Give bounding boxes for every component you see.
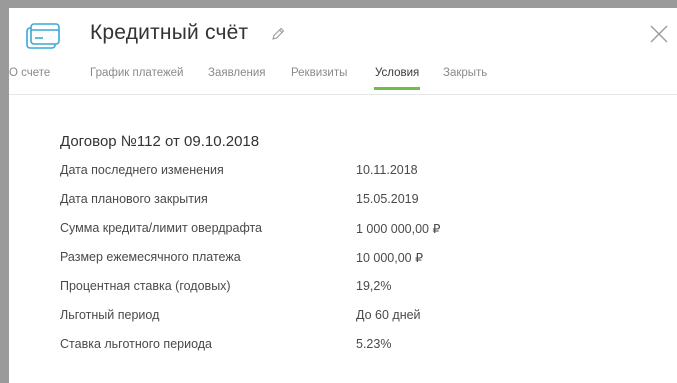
condition-row: Процентная ставка (годовых) 19,2% bbox=[60, 279, 620, 299]
condition-value: 5.23% bbox=[356, 337, 392, 351]
tab-conditions[interactable]: Условия bbox=[373, 66, 421, 90]
contract-heading: Договор №112 от 09.10.2018 bbox=[60, 133, 260, 150]
condition-label: Дата планового закрытия bbox=[60, 192, 208, 206]
panel-header: Кредитный счёт bbox=[9, 8, 677, 64]
condition-value: 15.05.2019 bbox=[356, 192, 419, 206]
tab-applications[interactable]: Заявления bbox=[208, 66, 266, 80]
condition-label: Размер ежемесячного платежа bbox=[60, 250, 241, 264]
condition-value: 1 000 000,00 ₽ bbox=[356, 222, 441, 236]
tab-about-account[interactable]: О счете bbox=[9, 66, 50, 80]
condition-row: Дата последнего изменения 10.11.2018 bbox=[60, 163, 620, 183]
condition-row: Размер ежемесячного платежа 10 000,00 ₽ bbox=[60, 250, 620, 270]
condition-value: До 60 дней bbox=[356, 308, 421, 322]
tab-payment-schedule[interactable]: График платежей bbox=[90, 66, 183, 80]
tab-close[interactable]: Закрыть bbox=[443, 66, 487, 80]
condition-label: Ставка льготного периода bbox=[60, 337, 213, 351]
condition-row: Сумма кредита/лимит овердрафта 1 000 000… bbox=[60, 221, 620, 241]
condition-value: 10 000,00 ₽ bbox=[356, 251, 424, 265]
condition-value: 19,2% bbox=[356, 279, 392, 293]
condition-label: Льготный период bbox=[60, 308, 160, 322]
condition-label: Процентная ставка (годовых) bbox=[60, 279, 231, 293]
pencil-icon[interactable] bbox=[271, 27, 285, 41]
condition-label: Дата последнего изменения bbox=[60, 163, 224, 177]
tab-bar: О счете График платежей Заявления Реквиз… bbox=[9, 64, 677, 95]
condition-row: Льготный период До 60 дней bbox=[60, 308, 620, 328]
close-icon[interactable] bbox=[650, 25, 668, 43]
credit-card-icon bbox=[26, 23, 60, 49]
condition-row: Ставка льготного периода 5.23% bbox=[60, 337, 620, 357]
tab-requisites[interactable]: Реквизиты bbox=[291, 66, 347, 80]
condition-label: Сумма кредита/лимит овердрафта bbox=[60, 221, 262, 235]
condition-value: 10.11.2018 bbox=[356, 163, 418, 177]
condition-row: Дата планового закрытия 15.05.2019 bbox=[60, 192, 620, 212]
page-title: Кредитный счёт bbox=[90, 21, 249, 44]
account-panel: Кредитный счёт О счете График платежей З… bbox=[9, 8, 677, 383]
